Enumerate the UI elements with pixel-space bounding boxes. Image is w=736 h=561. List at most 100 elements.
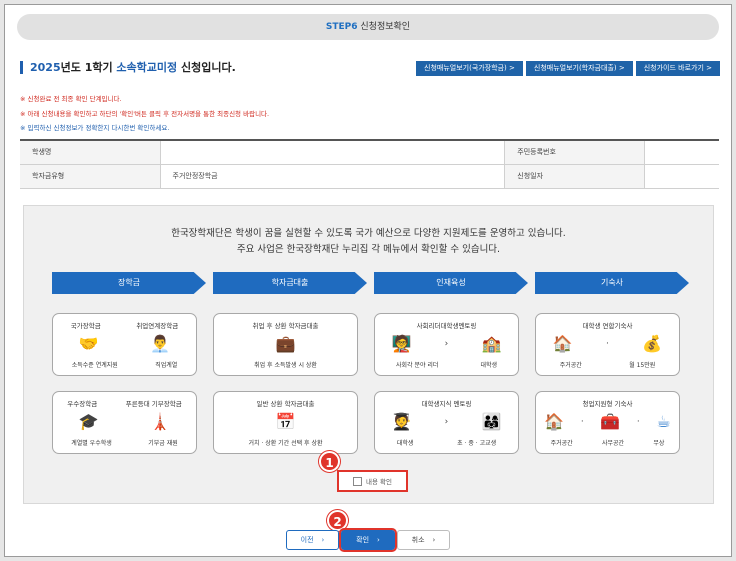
notice-2: ※ 아래 신청내용을 확인하고 하단의 '확인'버튼 클릭 후 전자서명을 통한… [20, 109, 270, 118]
notice-list: ※ 신청완료 전 최종 확인 단계입니다. ※ 아래 신청내용을 확인하고 하단… [20, 92, 269, 136]
worker-icon: 👨‍💼 [150, 334, 171, 353]
aid-type-value: 주거안정장학금 [160, 164, 506, 189]
house-hand-icon: 🏠 [552, 334, 573, 353]
heading-marker [20, 60, 23, 74]
lighthouse-scholarship-title: 푸른등대 기부장학금 [125, 400, 182, 408]
monthly-fee-label: 월 15만원 [629, 362, 656, 369]
dot-separator: · [580, 416, 584, 427]
manual-loan-button[interactable]: 신청매뉴얼보기(학자금대출) > [525, 61, 633, 76]
confirm-label-text: 확인 [356, 536, 370, 544]
arrow-right-icon: › [444, 416, 449, 427]
content-confirm-checkbox[interactable]: 내용 확인 [337, 470, 408, 492]
student-icon: 🧑‍🎓 [391, 412, 412, 431]
office-label: 사무공간 [601, 440, 625, 447]
knowledge-mentoring-title: 대학생지식 멘토링 [421, 400, 472, 408]
program-info-panel: 한국장학재단은 학생이 꿈을 실현할 수 있도록 국가 예산으로 다양한 지원제… [23, 205, 714, 504]
leader-label: 사회각 분야 리더 [395, 362, 439, 369]
step-number: STEP6 [325, 22, 358, 32]
icl-loan-title: 취업 후 상환 학자금대출 [252, 322, 319, 330]
notice-1: ※ 신청완료 전 최종 확인 단계입니다. [20, 95, 122, 103]
free-label: 무상 [653, 440, 665, 447]
talent-box-1: 사회리더대학생멘토링 🧑‍🏫 › 🏫 사회각 분야 리더 대학생 [374, 313, 519, 376]
school-text: 소속학교미정 [116, 61, 178, 74]
manual-scholarship-button[interactable]: 신청매뉴얼보기(국가장학금) > [416, 61, 523, 76]
vocational-label: 직업계열 [155, 362, 178, 369]
application-info-table: 학생명 주민등록번호 학자금유형 주거안정장학금 신청일자 [20, 139, 719, 189]
year-text: 2025 [30, 61, 61, 74]
coffee-icon: ☕ [656, 412, 671, 431]
aid-type-label: 학자금유형 [20, 164, 161, 189]
step-indicator: STEP6 신청정보확인 [17, 14, 719, 40]
house-hand-icon: 🏠 [544, 412, 565, 431]
cancel-label: 취소 [411, 536, 425, 544]
employment-scholarship-title: 취업연계장학금 [136, 322, 179, 330]
student-name-label: 학생명 [20, 140, 161, 165]
intro-line-1: 한국장학재단은 학생이 꿈을 실현할 수 있도록 국가 예산으로 다양한 지원제… [171, 228, 566, 239]
chevron-right-icon: › [432, 536, 436, 544]
leader-mentoring-title: 사회리더대학생멘토링 [416, 322, 477, 330]
loan-box-2: 일반 상환 학자금대출 📅 거치 · 상환 기간 선택 후 상환 [213, 391, 358, 454]
university-icon: 🏫 [481, 334, 502, 353]
title-text-2: 신청입니다. [177, 61, 236, 74]
dormitory-box-1: 대학생 연합기숙사 🏠 · 💰 주거공간 월 15만원 [535, 313, 680, 376]
category-loan: 학자금대출 [213, 272, 367, 294]
arrow-right-icon: › [444, 338, 449, 349]
dormitory-box-2: 청업지원형 기숙사 🏠 · 🧰 · ☕ 주거공간 사무공간 무상 [535, 391, 680, 454]
scholarship-box-1: 국가장학금 취업연계장학금 🤝 👨‍💼 소득수준 연계지원 직업계열 [52, 313, 197, 376]
graduation-cap-icon: 🎓 [78, 412, 99, 431]
national-scholarship-title: 국가장학금 [70, 322, 101, 330]
office-icon: 🧰 [600, 412, 621, 431]
resident-number-value [644, 140, 719, 165]
intro-line-2: 주요 사업은 한국장학재단 누리집 각 메뉴에서 확인할 수 있습니다. [236, 244, 501, 255]
startup-dorm-title: 청업지원형 기숙사 [582, 400, 633, 408]
general-loan-label: 거치 · 상환 기간 선택 후 상환 [248, 440, 323, 447]
confirm-label: 내용 확인 [366, 478, 392, 486]
dot-separator: · [606, 338, 609, 349]
cancel-button[interactable]: 취소 › [397, 530, 450, 550]
notice-3: ※ 입력하신 신청정보가 정확한지 다시한번 확인하세요. [20, 124, 170, 132]
college-student-label: 대학생 [480, 362, 497, 369]
talent-box-2: 대학생지식 멘토링 🧑‍🎓 › 👨‍👩‍👧 대학생 초 · 중 · 고교생 [374, 391, 519, 454]
mentor-student-label: 대학생 [396, 440, 414, 447]
manual-buttons: 신청매뉴얼보기(국가장학금) > 신청매뉴얼보기(학자금대출) > 신청가이드 … [416, 61, 720, 76]
briefcase-search-icon: 💼 [275, 334, 296, 353]
step-badge-1: 1 [319, 451, 340, 472]
step-badge-2: 2 [327, 510, 348, 531]
student-name-value [160, 140, 506, 165]
scholarship-box-2: 우수장학금 푸른등대 기부장학금 🎓 🗼 계열별 우수학생 기부금 재원 [52, 391, 197, 454]
union-dorm-title: 대학생 연합기숙사 [582, 322, 633, 330]
handshake-icon: 🤝 [78, 334, 99, 353]
title-text-1: 년도 1학기 [60, 61, 117, 74]
checkbox-square[interactable] [353, 476, 362, 486]
leader-icon: 🧑‍🏫 [391, 334, 412, 353]
school-students-label: 초 · 중 · 고교생 [457, 440, 497, 447]
category-scholarship: 장학금 [52, 272, 206, 294]
top-student-label: 계열별 우수학생 [71, 440, 112, 447]
donation-label: 기부금 재원 [148, 440, 178, 447]
apply-date-label: 신청일자 [504, 164, 646, 189]
icl-loan-label: 취업 후 소득발생 시 상환 [254, 362, 317, 369]
income-linked-label: 소득수준 연계지원 [71, 362, 118, 369]
category-talent: 인재육성 [374, 272, 528, 294]
dot-separator: · [636, 416, 640, 427]
chevron-right-icon: › [377, 536, 380, 544]
calendar-icon: 📅 [275, 412, 296, 431]
prev-label: 이전 [300, 536, 314, 544]
merit-scholarship-title: 우수장학금 [67, 400, 98, 408]
lighthouse-icon: 🗼 [150, 412, 171, 431]
children-icon: 👨‍👩‍👧 [481, 412, 502, 431]
page-title: 2025년도 1학기 소속학교미정 신청입니다. [30, 59, 236, 75]
step-title: 신청정보확인 [360, 22, 411, 32]
loan-box-1: 취업 후 상환 학자금대출 💼 취업 후 소득발생 시 상환 [213, 313, 358, 376]
money-icon: 💰 [642, 334, 663, 353]
housing-label: 주거공간 [559, 362, 582, 369]
resident-number-label: 주민등록번호 [504, 140, 646, 165]
chevron-right-icon: › [321, 536, 325, 544]
page-heading: 2025년도 1학기 소속학교미정 신청입니다. [20, 60, 236, 74]
category-dormitory: 기숙사 [535, 272, 689, 294]
confirm-button[interactable]: 확인 › [339, 528, 397, 552]
prev-button[interactable]: 이전 › [286, 530, 339, 550]
apply-date-value [644, 164, 719, 189]
general-loan-title: 일반 상환 학자금대출 [256, 400, 315, 408]
guide-link-button[interactable]: 신청가이드 바로가기 > [635, 61, 720, 76]
